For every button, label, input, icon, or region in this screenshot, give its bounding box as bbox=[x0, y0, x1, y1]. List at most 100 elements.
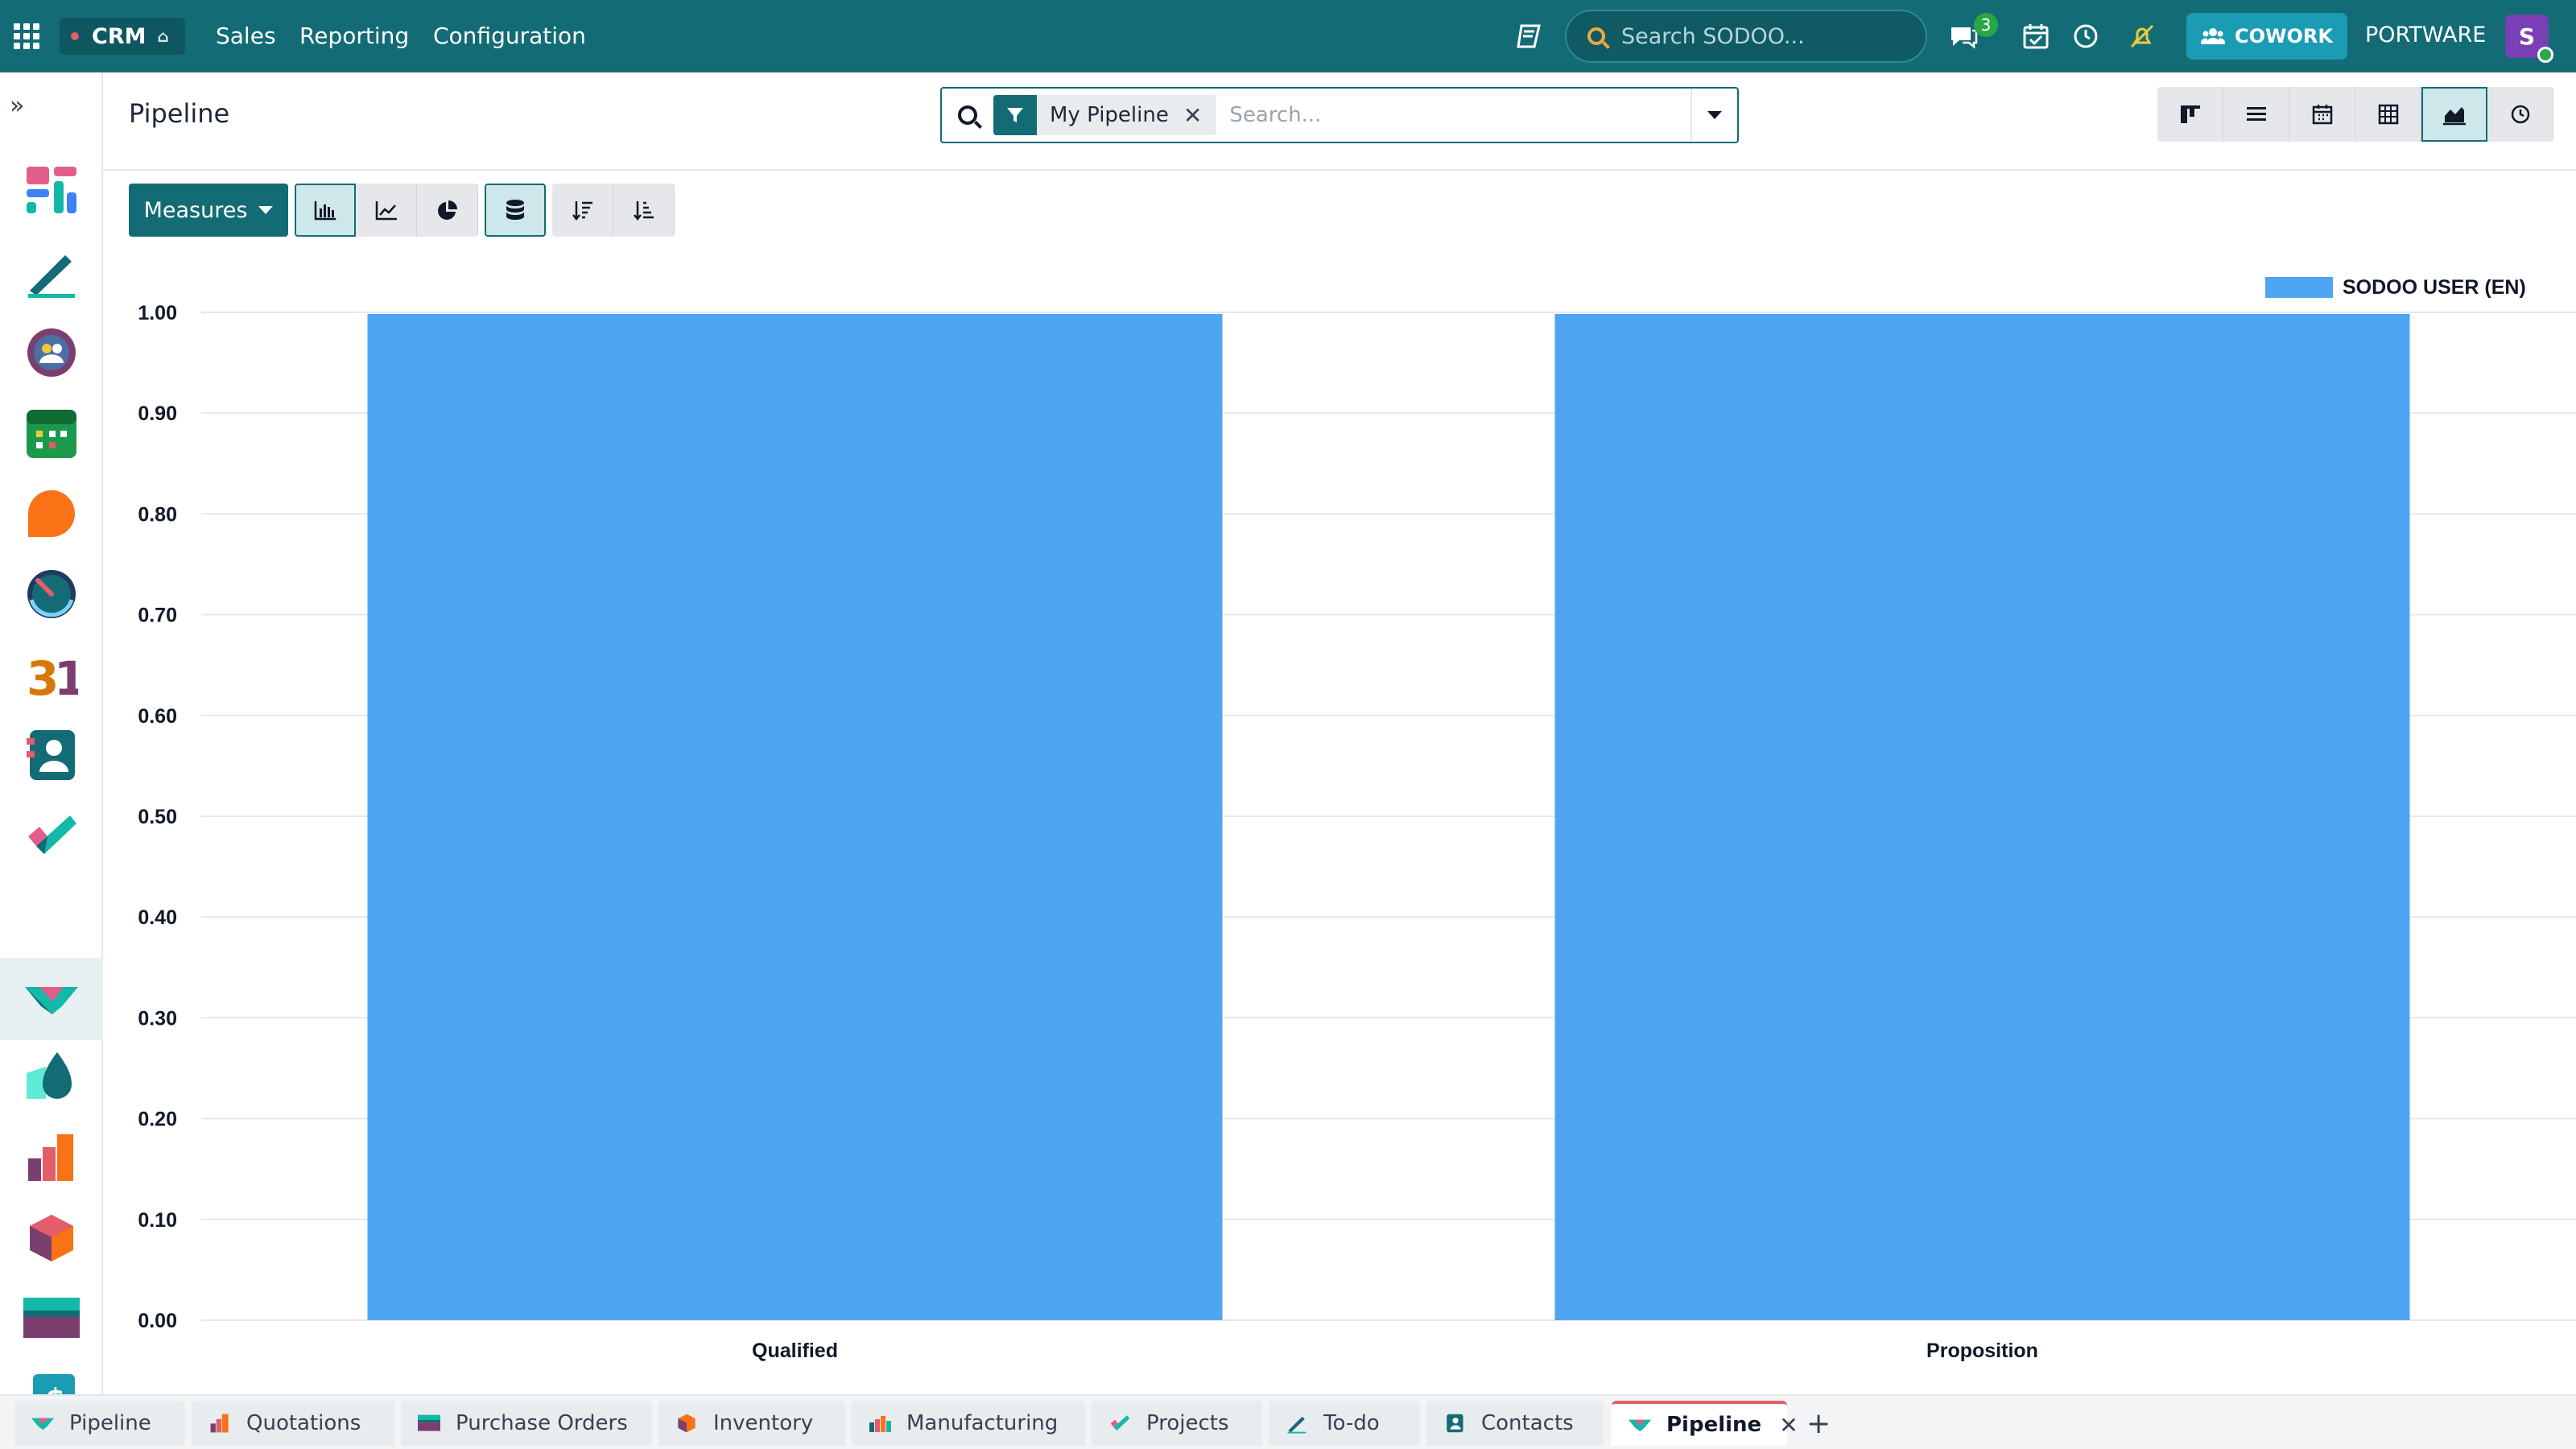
calendar-app-icon[interactable] bbox=[18, 399, 85, 467]
contacts-app-icon[interactable] bbox=[18, 721, 85, 789]
search-bar: My Pipeline ✕ bbox=[940, 87, 1739, 143]
timesheets-app-icon[interactable] bbox=[18, 560, 85, 628]
sales-icon bbox=[208, 1413, 232, 1434]
purchase-icon bbox=[417, 1413, 441, 1434]
cowork-label: COWORK bbox=[2235, 25, 2333, 47]
add-tab-icon[interactable]: + bbox=[1806, 1407, 1831, 1440]
graph-view-button[interactable] bbox=[2421, 87, 2487, 142]
tab-label: Inventory bbox=[713, 1411, 814, 1435]
caret-down-icon bbox=[1707, 111, 1722, 119]
app-sidebar: » 31 $ bbox=[0, 72, 103, 1424]
filter-facet-label: My Pipeline bbox=[1050, 103, 1169, 127]
area-chart-icon bbox=[2443, 107, 2466, 126]
legend-label: SODOO USER (EN) bbox=[2343, 276, 2526, 299]
activity-view-button[interactable] bbox=[2487, 87, 2553, 142]
tab-manufacturing[interactable]: Manufacturing bbox=[852, 1401, 1085, 1446]
y-tick-label: 0.70 bbox=[138, 605, 177, 627]
calendar-view-button[interactable] bbox=[2289, 87, 2355, 142]
pivot-icon bbox=[2378, 104, 2398, 125]
expand-sidebar-icon[interactable]: » bbox=[10, 92, 24, 120]
expenses-app-icon[interactable] bbox=[18, 1043, 85, 1111]
calendar-check-icon[interactable] bbox=[2017, 18, 2054, 55]
company-switcher[interactable]: PORTWARE bbox=[2365, 23, 2486, 47]
search-icon[interactable] bbox=[958, 105, 977, 125]
calendar-31-app-icon[interactable]: 31 bbox=[18, 641, 85, 708]
knowledge-icon[interactable] bbox=[1510, 18, 1547, 55]
list-view-button[interactable] bbox=[2223, 87, 2289, 142]
close-tab-icon[interactable]: ✕ bbox=[1779, 1412, 1798, 1439]
tab-projects[interactable]: Projects bbox=[1092, 1401, 1262, 1446]
kanban-view-button[interactable] bbox=[2157, 87, 2223, 142]
bar-chart-button[interactable] bbox=[295, 184, 356, 237]
y-tick-label: 0.20 bbox=[138, 1108, 177, 1131]
clock-icon bbox=[2511, 105, 2529, 124]
search-options-toggle[interactable] bbox=[1690, 89, 1737, 142]
search-input[interactable] bbox=[1216, 91, 1690, 139]
clock-icon[interactable] bbox=[2067, 18, 2104, 55]
tab-label: Contacts bbox=[1481, 1411, 1574, 1435]
pivot-view-button[interactable] bbox=[2355, 87, 2421, 142]
page-title: Pipeline bbox=[129, 98, 230, 129]
app-name: CRM bbox=[92, 23, 147, 49]
filter-facet: My Pipeline ✕ bbox=[993, 95, 1217, 135]
tab-label: To-do bbox=[1323, 1411, 1380, 1435]
nav-reporting[interactable]: Reporting bbox=[299, 23, 409, 49]
tab-label: Pipeline bbox=[69, 1411, 151, 1435]
view-switcher bbox=[2157, 87, 2553, 142]
tab-pipeline[interactable]: Pipeline bbox=[14, 1401, 185, 1446]
sort-ascending-button[interactable] bbox=[613, 184, 675, 237]
current-app-button[interactable]: CRM ⌂ bbox=[60, 18, 185, 55]
avatar-initial: S bbox=[2518, 23, 2536, 50]
tab-todo[interactable]: To-do bbox=[1269, 1401, 1420, 1446]
tab-contacts[interactable]: Contacts bbox=[1426, 1401, 1604, 1446]
search-icon bbox=[1587, 27, 1605, 45]
status-dot bbox=[71, 32, 79, 40]
crm-icon bbox=[31, 1413, 55, 1434]
sort-descending-icon bbox=[572, 201, 592, 221]
stacked-toggle-button[interactable] bbox=[485, 184, 546, 237]
measures-dropdown[interactable]: Measures bbox=[129, 184, 288, 237]
line-chart-icon bbox=[375, 201, 397, 221]
measures-label: Measures bbox=[143, 197, 248, 223]
y-tick-label: 0.80 bbox=[138, 503, 177, 526]
pie-chart-button[interactable] bbox=[417, 184, 478, 237]
purchase-app-icon[interactable] bbox=[18, 1285, 85, 1352]
y-tick-label: 0.90 bbox=[138, 402, 177, 425]
cowork-button[interactable]: COWORK bbox=[2186, 13, 2347, 60]
projects-icon bbox=[1108, 1413, 1132, 1434]
kanban-icon bbox=[2180, 105, 2200, 123]
apps-menu-icon[interactable] bbox=[13, 23, 40, 50]
line-chart-button[interactable] bbox=[356, 184, 417, 237]
remove-filter-icon[interactable]: ✕ bbox=[1183, 102, 1216, 129]
tab-quotations[interactable]: Quotations bbox=[192, 1401, 394, 1446]
nav-configuration[interactable]: Configuration bbox=[433, 23, 586, 49]
nav-sales[interactable]: Sales bbox=[216, 23, 276, 49]
discuss-app-icon[interactable] bbox=[18, 319, 85, 386]
online-status-dot bbox=[2537, 47, 2553, 63]
sort-ascending-icon bbox=[633, 201, 654, 221]
inventory-app-icon[interactable] bbox=[18, 1204, 85, 1272]
sort-descending-button[interactable] bbox=[552, 184, 613, 237]
user-avatar[interactable]: S bbox=[2505, 14, 2553, 63]
projects-app-icon[interactable] bbox=[18, 802, 85, 869]
global-search-input[interactable]: Search SODOO... bbox=[1565, 10, 1927, 63]
y-tick-label: 0.40 bbox=[138, 906, 177, 929]
tab-pipeline-active[interactable]: Pipeline ✕ bbox=[1612, 1401, 1798, 1446]
todo-app-icon[interactable] bbox=[18, 238, 85, 306]
bar-proposition bbox=[1554, 314, 2410, 1320]
tab-inventory[interactable]: Inventory bbox=[658, 1401, 845, 1446]
top-navbar: CRM ⌂ Sales Reporting Configuration Sear… bbox=[0, 0, 2576, 72]
caret-down-icon bbox=[258, 206, 274, 214]
bottom-tab-bar: Pipeline Quotations Purchase Orders Inve… bbox=[0, 1394, 2576, 1449]
website-app-icon[interactable] bbox=[18, 480, 85, 547]
tab-purchase-orders[interactable]: Purchase Orders bbox=[401, 1401, 652, 1446]
dashboard-app-icon[interactable] bbox=[18, 158, 85, 225]
y-tick-label: 0.60 bbox=[138, 705, 177, 728]
crm-app-icon[interactable] bbox=[0, 958, 103, 1040]
sales-app-icon[interactable] bbox=[18, 1124, 85, 1191]
muted-bell-icon[interactable] bbox=[2124, 18, 2161, 55]
list-icon bbox=[2246, 107, 2266, 121]
tab-label: Quotations bbox=[246, 1411, 361, 1435]
tab-label: Pipeline bbox=[1666, 1413, 1762, 1437]
control-panel: Pipeline My Pipeline ✕ bbox=[103, 72, 2576, 171]
